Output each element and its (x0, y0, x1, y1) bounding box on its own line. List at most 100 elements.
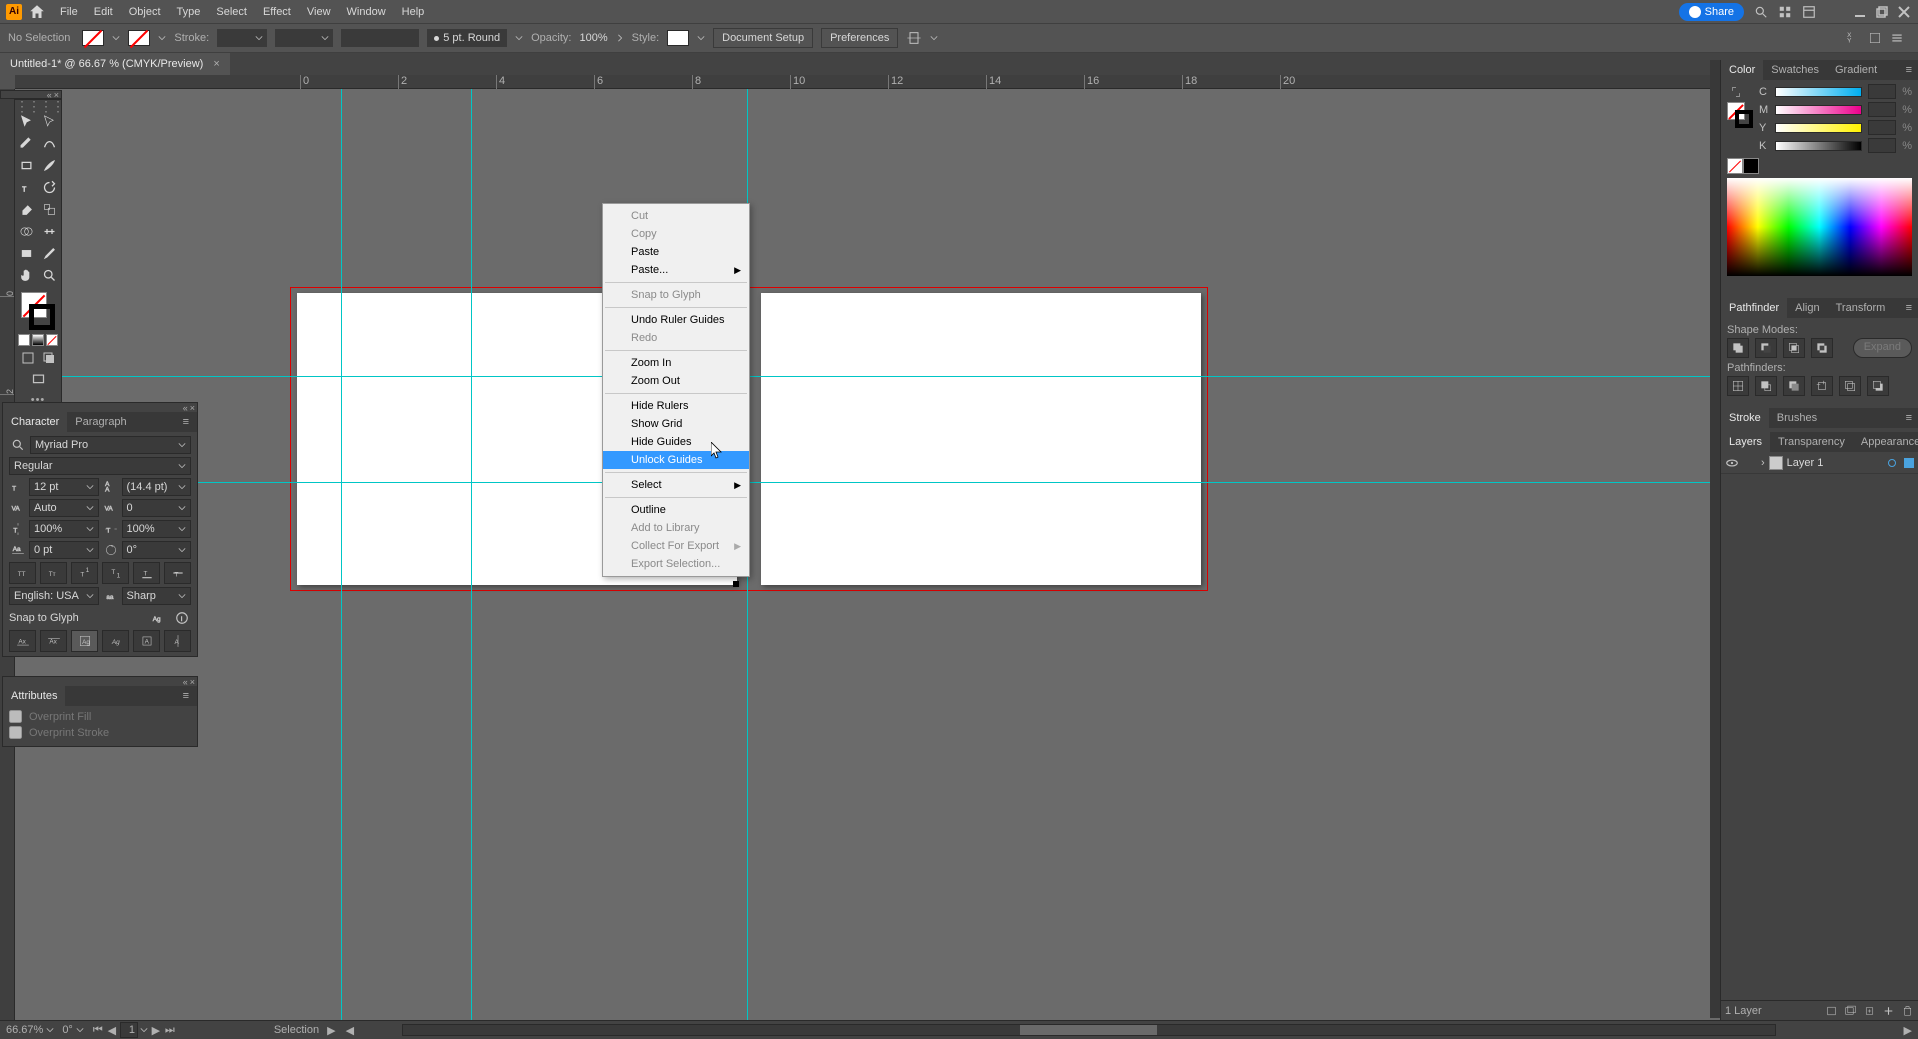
subscript-icon[interactable]: T1 (102, 562, 129, 584)
color-spectrum[interactable] (1727, 178, 1912, 276)
fill-swatch[interactable] (82, 30, 104, 46)
artboard-2[interactable] (761, 293, 1201, 585)
context-paste-sub[interactable]: Paste...▶ (603, 261, 749, 279)
context-cut[interactable]: Cut (603, 207, 749, 225)
black-slider[interactable] (1775, 141, 1862, 151)
direct-selection-tool[interactable] (38, 110, 61, 132)
menu-edit[interactable]: Edit (94, 6, 113, 18)
close-icon[interactable] (1898, 6, 1910, 18)
font-size-field[interactable]: 12 pt (29, 478, 99, 496)
panel-menu-icon[interactable] (1890, 31, 1904, 45)
context-redo[interactable]: Redo (603, 329, 749, 347)
trim-icon[interactable] (1755, 376, 1777, 396)
baseline-field[interactable]: 0 pt (29, 541, 99, 559)
superscript-icon[interactable]: T1 (71, 562, 98, 584)
panel-menu-icon[interactable]: ≡ (1900, 60, 1918, 80)
snap-center-icon[interactable]: A (164, 630, 191, 652)
strikethrough-icon[interactable]: T (164, 562, 191, 584)
visibility-icon[interactable] (1725, 456, 1739, 470)
underline-icon[interactable]: T (133, 562, 160, 584)
yellow-slider[interactable] (1775, 123, 1862, 133)
context-export-selection[interactable]: Export Selection... (603, 555, 749, 573)
tab-appearance[interactable]: Appearance (1853, 432, 1918, 452)
context-select[interactable]: Select▶ (603, 476, 749, 494)
menu-file[interactable]: File (60, 6, 78, 18)
brush-definition-field[interactable]: 5 pt. Round (427, 29, 507, 47)
hand-tool[interactable] (15, 264, 38, 286)
align-to-icon[interactable] (906, 30, 922, 46)
menu-type[interactable]: Type (177, 6, 201, 18)
artboard-navigation[interactable]: ⏮◀1▶⏭ (92, 1022, 176, 1038)
chevron-down-icon[interactable] (112, 34, 120, 42)
search-font-icon[interactable] (9, 437, 27, 453)
rotation-field[interactable]: 0° (122, 541, 192, 559)
panel-handle[interactable]: «× (3, 403, 197, 412)
restore-icon[interactable] (1876, 6, 1888, 18)
right-dock-collapse-strip[interactable] (1710, 60, 1720, 1018)
menu-object[interactable]: Object (129, 6, 161, 18)
brush-preview[interactable] (341, 29, 419, 47)
font-family-field[interactable]: Myriad Pro (30, 436, 191, 454)
zoom-tool[interactable] (38, 264, 61, 286)
stroke-swatch[interactable] (128, 30, 150, 46)
context-outline[interactable]: Outline (603, 501, 749, 519)
clip-mask-icon[interactable] (1844, 1004, 1857, 1018)
overprint-stroke-checkbox[interactable] (9, 726, 22, 739)
stroke-weight-field[interactable] (217, 29, 267, 47)
chevron-down-icon[interactable] (930, 34, 938, 42)
xy-icon[interactable]: XY (1846, 31, 1860, 45)
chevron-down-icon[interactable] (697, 34, 705, 42)
guide-vertical[interactable] (471, 89, 472, 1020)
context-copy[interactable]: Copy (603, 225, 749, 243)
context-hide-rulers[interactable]: Hide Rulers (603, 397, 749, 415)
home-icon[interactable] (28, 3, 46, 21)
new-sublayer-icon[interactable] (1863, 1004, 1876, 1018)
tab-gradient[interactable]: Gradient (1827, 60, 1885, 80)
menu-window[interactable]: Window (347, 6, 386, 18)
overprint-fill-checkbox[interactable] (9, 710, 22, 723)
minus-back-icon[interactable] (1867, 376, 1889, 396)
cyan-slider[interactable] (1775, 87, 1862, 97)
arrange-icon[interactable] (1778, 5, 1792, 19)
search-icon[interactable] (1754, 5, 1768, 19)
curvature-tool[interactable] (38, 132, 61, 154)
tab-brushes[interactable]: Brushes (1769, 408, 1825, 428)
context-zoom-in[interactable]: Zoom In (603, 354, 749, 372)
draw-normal-icon[interactable] (22, 352, 34, 364)
tab-stroke[interactable]: Stroke (1721, 408, 1769, 428)
merge-icon[interactable] (1783, 376, 1805, 396)
snap-xheight-icon[interactable]: Ax (40, 630, 67, 652)
context-zoom-out[interactable]: Zoom Out (603, 372, 749, 390)
menu-effect[interactable]: Effect (263, 6, 291, 18)
tab-character[interactable]: Character (3, 412, 67, 432)
new-layer-icon[interactable] (1882, 1004, 1895, 1018)
rotate-view-field[interactable]: 0° (62, 1024, 84, 1036)
crop-icon[interactable] (1811, 376, 1833, 396)
horizontal-ruler[interactable]: 0 2 4 6 8 10 12 14 16 18 20 (15, 75, 1720, 89)
share-button[interactable]: Share (1679, 3, 1744, 21)
context-unlock-guides[interactable]: Unlock Guides (603, 451, 749, 469)
guide-horizontal[interactable] (15, 376, 1720, 377)
none-mode-icon[interactable] (46, 334, 58, 346)
eraser-tool[interactable] (15, 198, 38, 220)
yellow-input[interactable] (1868, 120, 1896, 135)
minus-front-icon[interactable] (1755, 338, 1777, 358)
minimize-icon[interactable] (1854, 6, 1866, 18)
delete-layer-icon[interactable] (1901, 1004, 1914, 1018)
outline-pf-icon[interactable] (1839, 376, 1861, 396)
tab-layers[interactable]: Layers (1721, 432, 1770, 452)
hscale-field[interactable]: 100% (122, 520, 192, 538)
scale-tool[interactable] (38, 198, 61, 220)
artboard-number[interactable]: 1 (120, 1022, 138, 1038)
magenta-input[interactable] (1868, 102, 1896, 117)
width-tool[interactable] (38, 220, 61, 242)
context-add-library[interactable]: Add to Library (603, 519, 749, 537)
tab-swatches[interactable]: Swatches (1763, 60, 1827, 80)
close-tab-icon[interactable]: × (213, 58, 219, 70)
locate-layer-icon[interactable] (1825, 1004, 1838, 1018)
allcaps-icon[interactable]: TT (9, 562, 36, 584)
none-swatch[interactable] (1727, 158, 1743, 174)
black-input[interactable] (1868, 138, 1896, 153)
scrollbar-thumb[interactable] (1020, 1025, 1157, 1035)
disclosure-icon[interactable]: › (1761, 457, 1765, 469)
